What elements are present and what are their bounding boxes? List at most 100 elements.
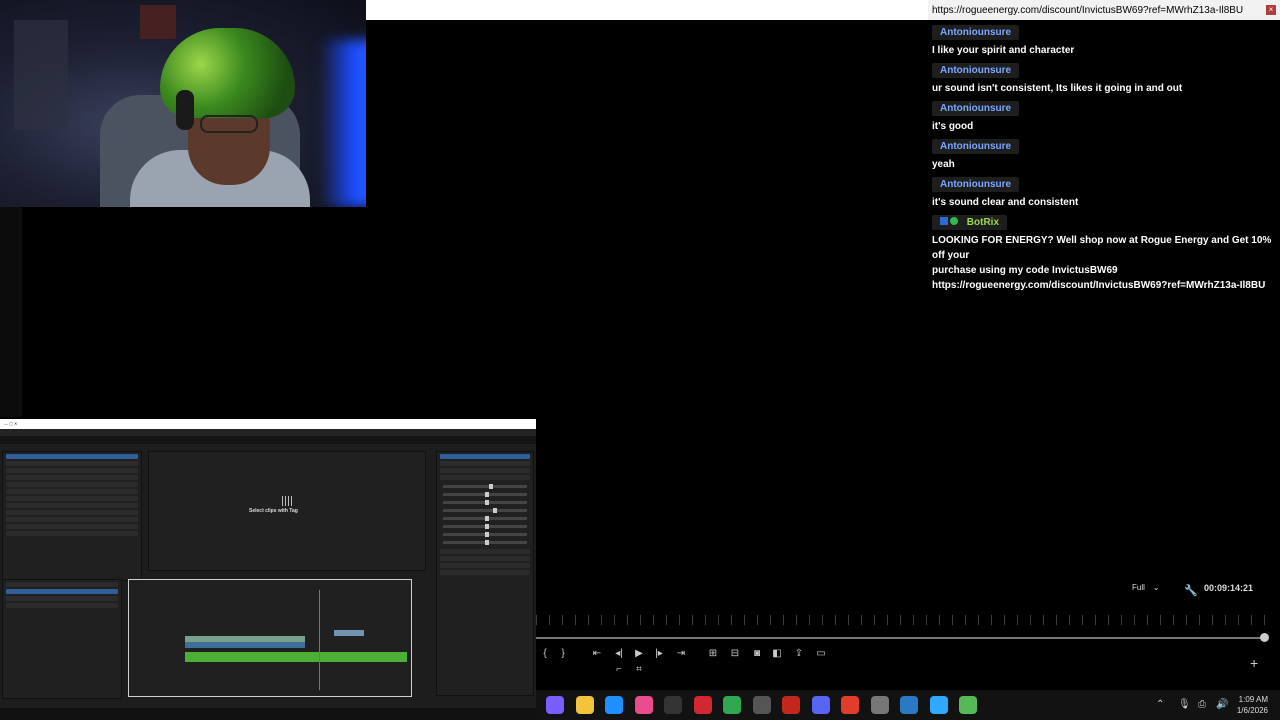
game-icon[interactable] (752, 696, 771, 714)
panel-row (6, 489, 138, 494)
lumetri-slider[interactable] (443, 540, 527, 545)
scrub-bar[interactable] (536, 637, 1266, 639)
time-ruler (536, 615, 1266, 625)
app-icon[interactable] (841, 696, 859, 714)
chat-text: ur sound isn't consistent, Its likes it … (932, 83, 1183, 94)
video-clip[interactable] (185, 642, 305, 648)
close-icon[interactable]: × (1266, 5, 1276, 15)
quality-select[interactable]: Full ⌄ (1132, 583, 1160, 592)
panel-row (6, 603, 118, 608)
audio-waveform-icon (282, 496, 294, 506)
lumetri-slider[interactable] (443, 516, 527, 521)
bot-username-badge[interactable]: BotRix (932, 215, 1008, 231)
file-explorer-icon[interactable] (575, 696, 594, 714)
go-to-in-icon[interactable]: ⇤ (590, 647, 604, 661)
playhead[interactable] (319, 590, 320, 690)
moderator-icon (940, 217, 948, 225)
lumetri-slider[interactable] (443, 524, 527, 529)
mark-in-icon[interactable]: { (538, 647, 552, 661)
panel-row (6, 503, 138, 508)
wrench-icon[interactable]: 🔧 (1184, 584, 1198, 597)
safe-margins-icon[interactable]: ▭ (814, 647, 828, 661)
app-icon[interactable] (900, 696, 918, 714)
headphone (176, 90, 194, 130)
chat-message: Antoniounsure it's sound clear and consi… (928, 177, 1280, 210)
step-back-icon[interactable]: ◂| (612, 647, 626, 661)
panel-row (440, 475, 530, 480)
audio-track[interactable] (185, 652, 407, 662)
play-icon[interactable]: ▶ (632, 647, 646, 661)
chat-username[interactable]: Antoniounsure (932, 177, 1020, 192)
lumetri-slider[interactable] (443, 508, 527, 513)
chat-username[interactable]: Antoniounsure (932, 25, 1020, 40)
chat-username[interactable]: Antoniounsure (932, 63, 1020, 78)
chat-text: it's good (932, 121, 974, 132)
mark-out-icon[interactable]: } (556, 647, 570, 661)
select-clips-text: Select clips with Tag (249, 508, 298, 514)
insert-icon[interactable]: ⊞ (706, 647, 720, 661)
app-icon[interactable] (870, 696, 889, 714)
lumetri-slider[interactable] (443, 492, 527, 497)
go-to-out-icon[interactable]: ⇥ (674, 647, 688, 661)
panel-row (6, 510, 138, 515)
chat-username[interactable]: Antoniounsure (932, 101, 1020, 116)
lumetri-slider[interactable] (443, 484, 527, 489)
chrome-icon[interactable] (723, 696, 741, 714)
wall-poster (140, 5, 176, 39)
microphone-icon[interactable]: 🎙 (1178, 699, 1191, 710)
volume-icon[interactable]: 🔊 (1216, 699, 1228, 710)
side-panel (0, 207, 22, 417)
panel-row (6, 596, 118, 601)
video-clip[interactable] (334, 630, 364, 636)
export-icon[interactable]: ⇪ (792, 647, 806, 661)
premiere-workspace-tabs (0, 436, 536, 444)
bot-link[interactable]: https://rogueenergy.com/discount/Invictu… (932, 278, 1276, 293)
panel-row (6, 589, 118, 594)
player-controls: Full ⌄ 🔧 00:09:14:21 { } ⇤ ◂| ▶ |▸ ⇥ ⊞ ⊟… (536, 575, 1280, 690)
step-forward-icon[interactable]: |▸ (652, 647, 666, 661)
comparison-icon[interactable]: ◧ (770, 647, 784, 661)
discord-icon[interactable] (811, 696, 830, 714)
extract-icon[interactable]: ⌗ (632, 663, 646, 677)
app-icon[interactable] (959, 696, 977, 714)
glasses (200, 115, 258, 133)
edge-icon[interactable] (605, 696, 623, 714)
bot-username: BotRix (966, 217, 1000, 229)
panel-row (6, 461, 138, 466)
browser-strip (366, 0, 928, 20)
chat-username[interactable]: Antoniounsure (932, 139, 1020, 154)
network-icon[interactable]: ⎙ (1198, 699, 1206, 710)
app-icon[interactable] (782, 696, 800, 714)
clock-time: 1:09 AM (1238, 695, 1268, 704)
chevron-up-icon[interactable]: ⌃ (1156, 699, 1164, 710)
lift-icon[interactable]: ⌐ (612, 663, 626, 677)
lumetri-slider[interactable] (443, 532, 527, 537)
premiere-window-controls[interactable]: — ▢ ✕ (4, 421, 17, 427)
overwrite-icon[interactable]: ⊟ (728, 647, 742, 661)
essential-sound-panel: Select clips with Tag (148, 451, 426, 571)
taskbar-clock[interactable]: 1:09 AM 1/6/2026 (1237, 694, 1268, 716)
panel-row (440, 454, 530, 459)
premiere-icon[interactable] (929, 696, 948, 714)
chat-text: it's sound clear and consistent (932, 197, 1079, 208)
scrub-knob[interactable] (1260, 633, 1269, 642)
bot-text-line: LOOKING FOR ENERGY? Well shop now at Rog… (932, 235, 1272, 262)
panel-row (6, 582, 118, 587)
chat-message: Antoniounsure ur sound isn't consistent,… (928, 63, 1280, 96)
chat-text: I like your spirit and character (932, 45, 1075, 56)
chat-message: Antoniounsure yeah (928, 139, 1280, 172)
lumetri-color-panel (436, 451, 534, 696)
premiere-window: — ▢ ✕ Select clips with Tag (0, 419, 536, 720)
camera-icon[interactable]: ◙ (750, 647, 764, 661)
timeline-panel[interactable] (128, 579, 412, 697)
copilot-icon[interactable] (546, 696, 564, 714)
panel-row (6, 482, 138, 487)
panel-row (440, 570, 530, 575)
webcam-feed (0, 0, 366, 207)
lumetri-slider[interactable] (443, 500, 527, 505)
chat-message: Antoniounsure it's good (928, 101, 1280, 134)
opera-icon[interactable] (693, 696, 712, 714)
add-button-icon[interactable]: + (1250, 655, 1258, 671)
next-app-icon[interactable] (664, 696, 682, 714)
instagram-icon[interactable] (634, 696, 653, 714)
